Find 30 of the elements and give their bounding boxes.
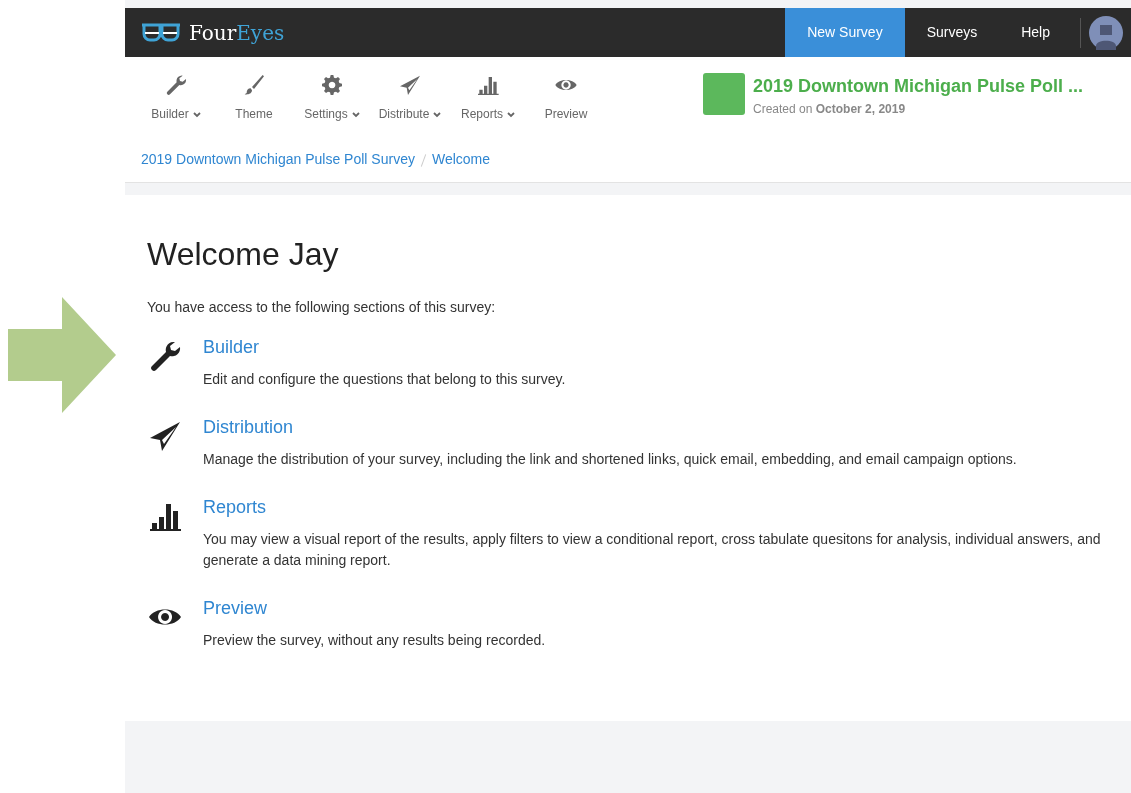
nav-tab[interactable]: Surveys (904, 8, 1000, 57)
created-date: Created on October 2, 2019 (753, 101, 907, 118)
glasses-icon (141, 21, 181, 44)
breadcrumb-link[interactable]: Welcome (431, 151, 491, 167)
toolbar-button[interactable]: Reports (453, 105, 523, 123)
toolbar-button[interactable]: Builder (141, 105, 211, 123)
section-link[interactable]: Builder (203, 334, 260, 362)
section-description: Edit and configure the questions that belong to this survey. (203, 370, 566, 390)
section-description: Preview the survey, without any results being recorded. (203, 631, 546, 651)
toolbar-button[interactable]: Theme (219, 105, 289, 123)
arrow-icon (8, 297, 116, 413)
section-description: You may view a visual report of the results, apply filters to view a conditional report, cross tabulate quesitons for analysis, individual answers, and generate a data mining report. (203, 530, 1102, 571)
logo-text[interactable]: FourEyes (189, 17, 285, 48)
nav-tab[interactable]: Help (999, 8, 1072, 57)
welcome-heading: Welcome Jay (147, 235, 340, 274)
survey-title: 2019 Downtown Michigan Pulse Poll ... (753, 75, 1084, 98)
section-link[interactable]: Distribution (203, 414, 294, 442)
gear-icon (320, 73, 344, 97)
wrench-icon (164, 73, 188, 97)
toolbar-button[interactable]: Distribute (375, 105, 445, 123)
toolbar-button[interactable]: Preview (531, 105, 601, 123)
section-link[interactable]: Reports (203, 494, 267, 522)
avatar-icon[interactable] (1089, 15, 1123, 50)
intro-text: You have access to the following sections of this survey: (147, 298, 497, 318)
toolbar-button[interactable]: Settings (297, 105, 367, 123)
section-description: Manage the distribution of your survey, including the link and shortened links, quick email, embedding, and email campaign options. (203, 450, 1017, 470)
breadcrumb-link[interactable]: 2019 Downtown Michigan Pulse Poll Survey (141, 151, 415, 167)
section-link[interactable]: Preview (203, 595, 268, 623)
nav-tab[interactable]: New Survey (785, 8, 905, 57)
paper-plane-icon (398, 73, 422, 97)
